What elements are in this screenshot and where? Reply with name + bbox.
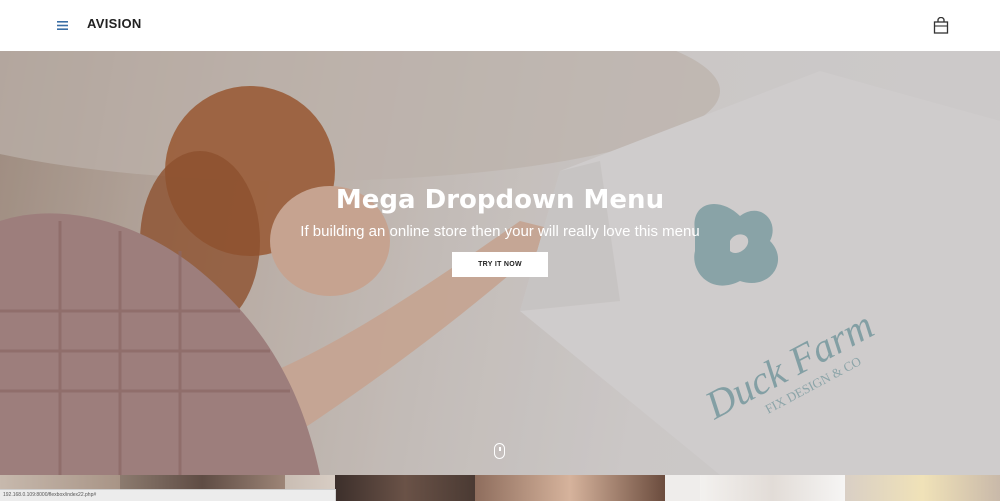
cart-button[interactable] bbox=[930, 14, 952, 36]
hamburger-icon bbox=[56, 20, 68, 30]
hero-subtitle: If building an online store then your wi… bbox=[300, 223, 700, 240]
top-navbar: AVISION bbox=[0, 0, 1000, 51]
thumbnail-image[interactable] bbox=[845, 475, 1000, 501]
brand-logo[interactable]: AVISION bbox=[87, 16, 142, 31]
thumbnail-image[interactable] bbox=[665, 475, 700, 501]
hero-title: Mega Dropdown Menu bbox=[335, 185, 665, 215]
try-it-now-button[interactable]: TRY IT NOW bbox=[452, 252, 548, 277]
hamburger-menu-button[interactable] bbox=[52, 15, 72, 35]
shopping-bag-icon bbox=[933, 16, 949, 34]
hero-content: Mega Dropdown Menu If building an online… bbox=[0, 184, 1000, 277]
hero-banner: Duck Farm FIX DESIGN & CO Mega Dropdown … bbox=[0, 51, 1000, 475]
thumbnail-image[interactable] bbox=[335, 475, 475, 501]
thumbnail-image[interactable] bbox=[700, 475, 845, 501]
browser-status-bar: 192.168.0.109:8000/flexbox/index22.php# bbox=[0, 489, 336, 501]
thumbnail-image[interactable] bbox=[475, 475, 665, 501]
mouse-scroll-icon[interactable] bbox=[494, 443, 505, 459]
